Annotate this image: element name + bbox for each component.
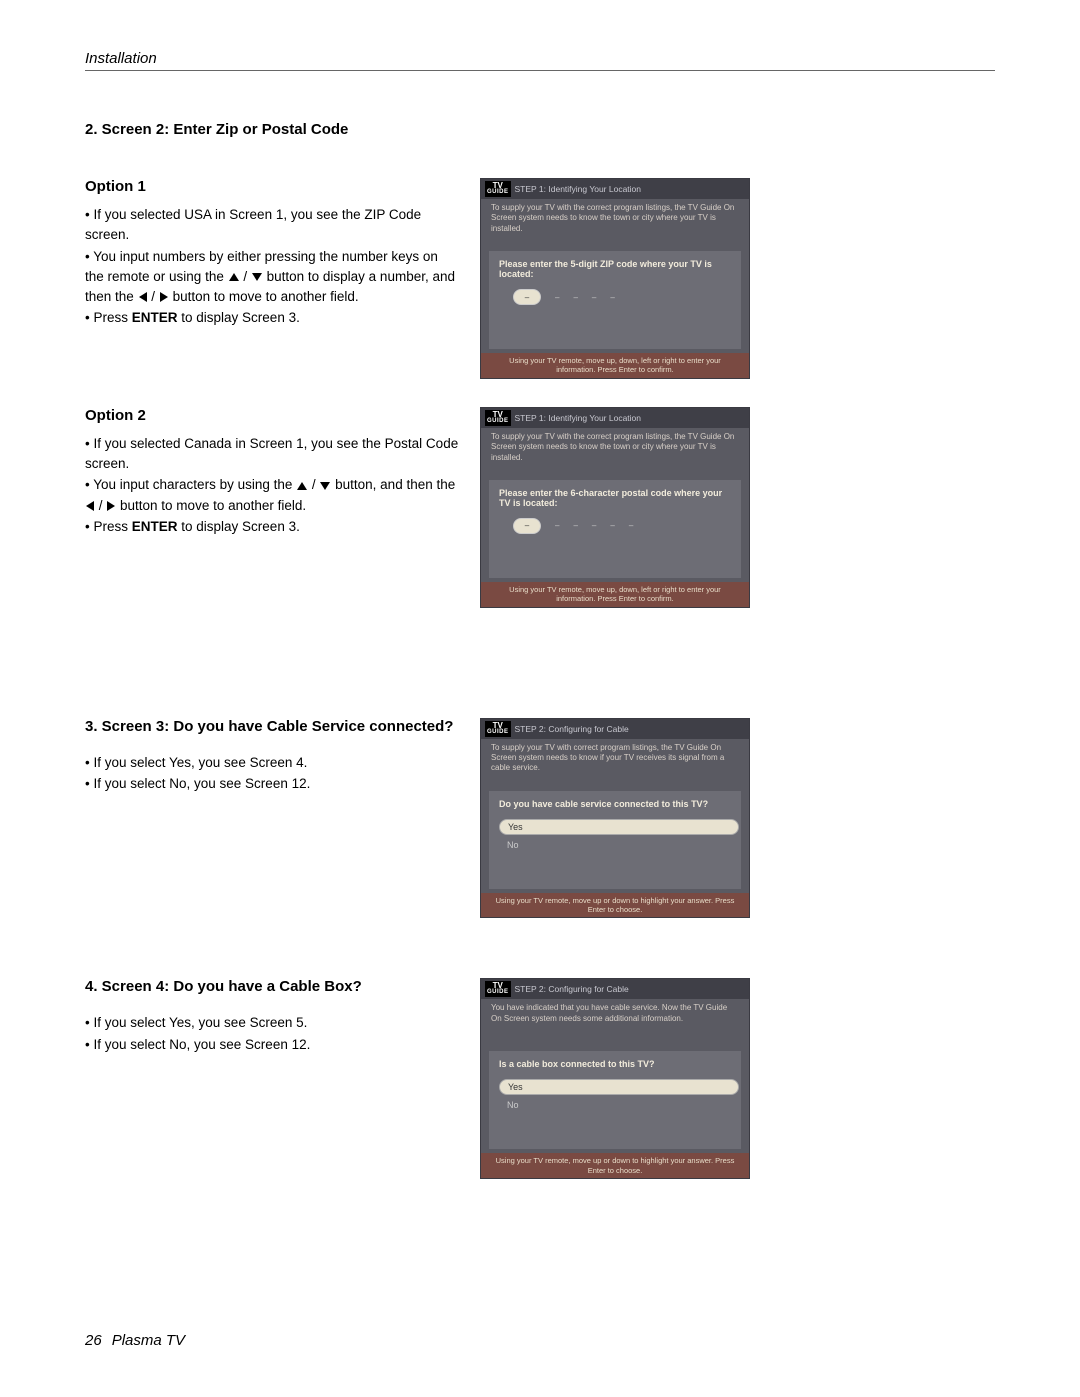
- cable-title: STEP 2: Configuring for Cable: [515, 724, 629, 734]
- opt1-b3a: • Press: [85, 310, 132, 325]
- page-footer: 26 Plasma TV: [85, 1332, 185, 1349]
- section3-block: 3. Screen 3: Do you have Cable Service c…: [85, 718, 995, 919]
- cable-option-yes[interactable]: Yes: [499, 819, 739, 835]
- slash4: /: [95, 498, 106, 513]
- section2-heading: 2. Screen 2: Enter Zip or Postal Code: [85, 121, 995, 138]
- slash3: /: [308, 477, 319, 492]
- opt2-b3a: • Press: [85, 519, 132, 534]
- opt2-enter: ENTER: [132, 519, 178, 534]
- postal-dash: –: [592, 521, 596, 530]
- cablebox-desc: You have indicated that you have cable s…: [481, 999, 749, 1051]
- footer-label: Plasma TV: [112, 1332, 185, 1349]
- cable-prompt: Do you have cable service connected to t…: [499, 799, 731, 809]
- cable-option-no[interactable]: No: [499, 837, 739, 853]
- zip-prompt: Please enter the 5-digit ZIP code where …: [499, 259, 731, 279]
- cablebox-option-yes[interactable]: Yes: [499, 1079, 739, 1095]
- slash2: /: [148, 289, 159, 304]
- sec3-b2: • If you select No, you see Screen 12.: [85, 774, 460, 794]
- right-arrow-icon: [107, 501, 115, 511]
- sec4-b2: • If you select No, you see Screen 12.: [85, 1035, 460, 1055]
- option1-block: Option 1 • If you selected USA in Screen…: [85, 178, 995, 379]
- cablebox-footer: Using your TV remote, move up or down to…: [481, 1153, 749, 1178]
- screenshot-zip: TVGUIDE STEP 1: Identifying Your Locatio…: [480, 178, 750, 379]
- screenshot-postal: TVGUIDE STEP 1: Identifying Your Locatio…: [480, 407, 750, 608]
- opt2-b2a: • You input characters by using the: [85, 477, 296, 492]
- cablebox-prompt: Is a cable box connected to this TV?: [499, 1059, 731, 1069]
- zip-dash: –: [610, 293, 614, 302]
- zip-title: STEP 1: Identifying Your Location: [515, 184, 642, 194]
- opt2-b1: • If you selected Canada in Screen 1, yo…: [85, 434, 460, 475]
- up-arrow-icon: [297, 482, 307, 490]
- screenshot-cable: TVGUIDE STEP 2: Configuring for Cable To…: [480, 718, 750, 919]
- opt1-b3: • Press ENTER to display Screen 3.: [85, 308, 460, 328]
- postal-dash: –: [555, 521, 559, 530]
- zip-desc: To supply your TV with the correct progr…: [481, 199, 749, 251]
- header-rule: [85, 70, 995, 71]
- opt1-b2: • You input numbers by either pressing t…: [85, 247, 460, 308]
- page-number: 26: [85, 1332, 102, 1349]
- option2-block: Option 2 • If you selected Canada in Scr…: [85, 407, 995, 608]
- down-arrow-icon: [320, 482, 330, 490]
- left-arrow-icon: [139, 292, 147, 302]
- right-arrow-icon: [160, 292, 168, 302]
- zip-digit-1[interactable]: –: [513, 289, 541, 305]
- zip-dash: –: [573, 293, 577, 302]
- postal-footer: Using your TV remote, move up, down, lef…: [481, 582, 749, 607]
- section4-block: 4. Screen 4: Do you have a Cable Box? • …: [85, 978, 995, 1179]
- postal-dash: –: [610, 521, 614, 530]
- section3-heading: 3. Screen 3: Do you have Cable Service c…: [85, 718, 460, 735]
- left-arrow-icon: [86, 501, 94, 511]
- up-arrow-icon: [229, 273, 239, 281]
- cable-footer: Using your TV remote, move up or down to…: [481, 893, 749, 918]
- tvguide-logo: TVGUIDE: [485, 721, 511, 737]
- tvguide-logo: TVGUIDE: [485, 410, 511, 426]
- tvguide-logo: TVGUIDE: [485, 981, 511, 997]
- opt2-b2c: button to move to another field.: [116, 498, 306, 513]
- tvguide-logo: TVGUIDE: [485, 181, 511, 197]
- down-arrow-icon: [252, 273, 262, 281]
- sec3-b1: • If you select Yes, you see Screen 4.: [85, 753, 460, 773]
- zip-dash: –: [555, 293, 559, 302]
- postal-title: STEP 1: Identifying Your Location: [515, 413, 642, 423]
- screenshot-cablebox: TVGUIDE STEP 2: Configuring for Cable Yo…: [480, 978, 750, 1179]
- zip-dash: –: [592, 293, 596, 302]
- page-header: Installation: [85, 50, 995, 67]
- option2-label: Option 2: [85, 407, 460, 424]
- postal-prompt: Please enter the 6-character postal code…: [499, 488, 731, 508]
- sec4-b1: • If you select Yes, you see Screen 5.: [85, 1013, 460, 1033]
- opt2-b2b: button, and then the: [331, 477, 455, 492]
- cable-desc: To supply your TV with correct program l…: [481, 739, 749, 791]
- cablebox-option-no[interactable]: No: [499, 1097, 739, 1113]
- opt2-b3b: to display Screen 3.: [178, 519, 300, 534]
- postal-desc: To supply your TV with the correct progr…: [481, 428, 749, 480]
- postal-dash: –: [629, 521, 633, 530]
- opt1-b1: • If you selected USA in Screen 1, you s…: [85, 205, 460, 246]
- zip-footer: Using your TV remote, move up, down, lef…: [481, 353, 749, 378]
- option1-label: Option 1: [85, 178, 460, 195]
- opt2-b3: • Press ENTER to display Screen 3.: [85, 517, 460, 537]
- postal-char-1[interactable]: –: [513, 518, 541, 534]
- zip-input-row: – – – – –: [513, 289, 731, 305]
- postal-input-row: – – – – – –: [513, 518, 731, 534]
- opt2-b2: • You input characters by using the / bu…: [85, 475, 460, 516]
- postal-dash: –: [573, 521, 577, 530]
- cablebox-title: STEP 2: Configuring for Cable: [515, 984, 629, 994]
- opt1-enter: ENTER: [132, 310, 178, 325]
- section4-heading: 4. Screen 4: Do you have a Cable Box?: [85, 978, 460, 995]
- opt1-b2c: button to move to another field.: [169, 289, 359, 304]
- slash: /: [240, 269, 251, 284]
- opt1-b3b: to display Screen 3.: [178, 310, 300, 325]
